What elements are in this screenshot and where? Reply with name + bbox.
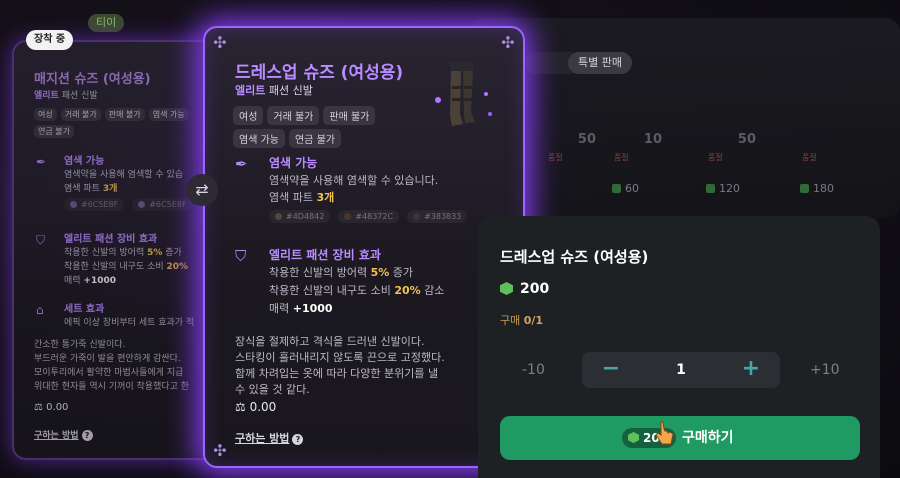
ornament-icon: ✣ [213, 33, 227, 52]
equipped-item-subtitle: 엘리트 패션 신발 [34, 91, 98, 101]
tag-pill: 거래 불가 [267, 106, 320, 125]
equipped-badge: 장착 중 [26, 30, 74, 50]
tag-pill: 연금 불가 [288, 129, 341, 148]
equipped-item-tags: 여성 거래 불가 판매 불가 염색 가능 연금 불가 [34, 108, 224, 138]
tag-pill: 연금 불가 [34, 125, 74, 138]
bg-shop-item[interactable]: 품절 180 [774, 90, 860, 200]
equipped-item-description: 간소한 통가죽 신발이다. 부드러운 가죽이 발을 편안하게 감싼다. 모이투리… [34, 340, 190, 392]
gem-icon [500, 282, 513, 295]
quantity-max-button[interactable]: +10 [810, 362, 840, 378]
bg-item-price: 60 [612, 182, 639, 195]
buy-button-label: 구매하기 [682, 430, 734, 446]
purchase-item-title: 드레스업 슈즈 (여성용) [500, 248, 649, 266]
tag-pill: 여성 [233, 106, 264, 125]
dye-swatch[interactable]: #48372C [338, 210, 400, 223]
dye-swatch[interactable]: #383833 [407, 210, 468, 223]
quantity-decrease-button[interactable]: − [596, 352, 626, 388]
purchase-panel: 드레스업 슈즈 (여성용) 200 구매 0/1 -10 − 1 + +10 2… [478, 216, 880, 478]
item-tooltip-card: ✣ ✣ ✣ ✣ 드레스업 슈즈 (여성용) 엘리트 패션 신발 여성 거래 불가… [203, 26, 525, 468]
tag-pill: 염색 가능 [148, 108, 189, 121]
dye-brush-icon: ✒ [36, 155, 47, 169]
item-name: 드레스업 슈즈 (여성용) [235, 63, 404, 83]
dye-brush-icon: ✒ [235, 155, 248, 173]
bg-item-price: 180 [800, 182, 834, 195]
buy-button[interactable]: 200 구매하기 [500, 416, 860, 460]
weight-icon: ⚖ [235, 400, 246, 414]
tag-pill: 판매 불가 [104, 108, 145, 121]
bg-item-tag: 품절 [548, 153, 563, 162]
tag-pill: 거래 불가 [60, 108, 101, 121]
bg-item-tag: 품절 [802, 153, 817, 162]
bg-item-count: 10 [643, 132, 662, 147]
dye-swatch[interactable]: #4D4842 [269, 210, 331, 223]
item-image-boots [435, 62, 492, 126]
dye-swatch: #6C5E8F [64, 198, 125, 211]
equipped-item-weight: ⚖ 0.00 [34, 402, 69, 413]
stage: 특별 판매 50 품절 10 품절 60 50 품절 120 품절 180 티이… [0, 0, 900, 478]
elite-badge-icon: ⛉ [235, 247, 247, 265]
gem-icon [612, 184, 621, 193]
quantity-value[interactable]: 1 [652, 352, 710, 388]
tag-pill: 판매 불가 [323, 106, 376, 125]
help-icon: ? [292, 434, 304, 445]
gem-icon [628, 432, 639, 443]
equipped-how-to-get-link[interactable]: 구하는 방법? [34, 428, 93, 441]
quantity-stepper: − 1 + [582, 352, 780, 388]
pointer-cursor-icon [655, 421, 674, 445]
weight-icon: ⚖ [34, 402, 43, 413]
bg-tab-special-sale[interactable]: 특별 판매 [568, 52, 632, 74]
elite-badge-icon: ⛉ [36, 233, 46, 247]
gem-icon [800, 184, 809, 193]
bg-item-tag: 품절 [614, 153, 629, 162]
equipped-item-card: 매지션 슈즈 (여성용) 엘리트 패션 신발 여성 거래 불가 판매 불가 염색… [12, 40, 232, 460]
bg-item-count: 50 [737, 132, 756, 147]
purchase-price: 200 [500, 281, 549, 297]
dye-swatches: #6C5E8F #6C5E8F [64, 198, 193, 211]
bg-item-price: 120 [706, 182, 740, 195]
equipped-item-name: 매지션 슈즈 (여성용) [34, 72, 151, 87]
item-weight: ⚖ 0.00 [235, 400, 277, 414]
tag-pill: 여성 [34, 108, 57, 121]
item-tags: 여성 거래 불가 판매 불가 염색 가능 연금 불가 [233, 106, 403, 148]
shop-tab-label[interactable]: 티이 [88, 14, 125, 32]
item-description: 장식을 절제하고 격식을 드러낸 신발이다. 스타킹이 흘러내리지 않도록 끈으… [235, 335, 445, 396]
gem-icon [706, 184, 715, 193]
dye-swatches: #4D4842 #48372C #383833 [269, 210, 468, 223]
ornament-icon: ✣ [213, 441, 227, 460]
bg-shop-item[interactable]: 10 품절 60 [586, 90, 672, 200]
quantity-min-button[interactable]: -10 [522, 362, 545, 378]
how-to-get-link[interactable]: 구하는 방법? [235, 430, 304, 446]
dye-swatch: #6C5E8F [132, 198, 193, 211]
help-icon: ? [81, 430, 93, 441]
swap-compare-icon[interactable]: ⇄ [186, 174, 218, 206]
quantity-increase-button[interactable]: + [736, 352, 766, 388]
tag-pill: 염색 가능 [233, 129, 285, 148]
hanger-icon: ⌂ [36, 303, 44, 317]
bg-item-tag: 품절 [708, 153, 723, 162]
purchase-limit: 구매 0/1 [500, 314, 544, 327]
ornament-icon: ✣ [501, 33, 515, 52]
item-subtitle: 엘리트 패션 신발 [235, 84, 313, 97]
bg-shop-item[interactable]: 50 품절 120 [680, 90, 766, 200]
